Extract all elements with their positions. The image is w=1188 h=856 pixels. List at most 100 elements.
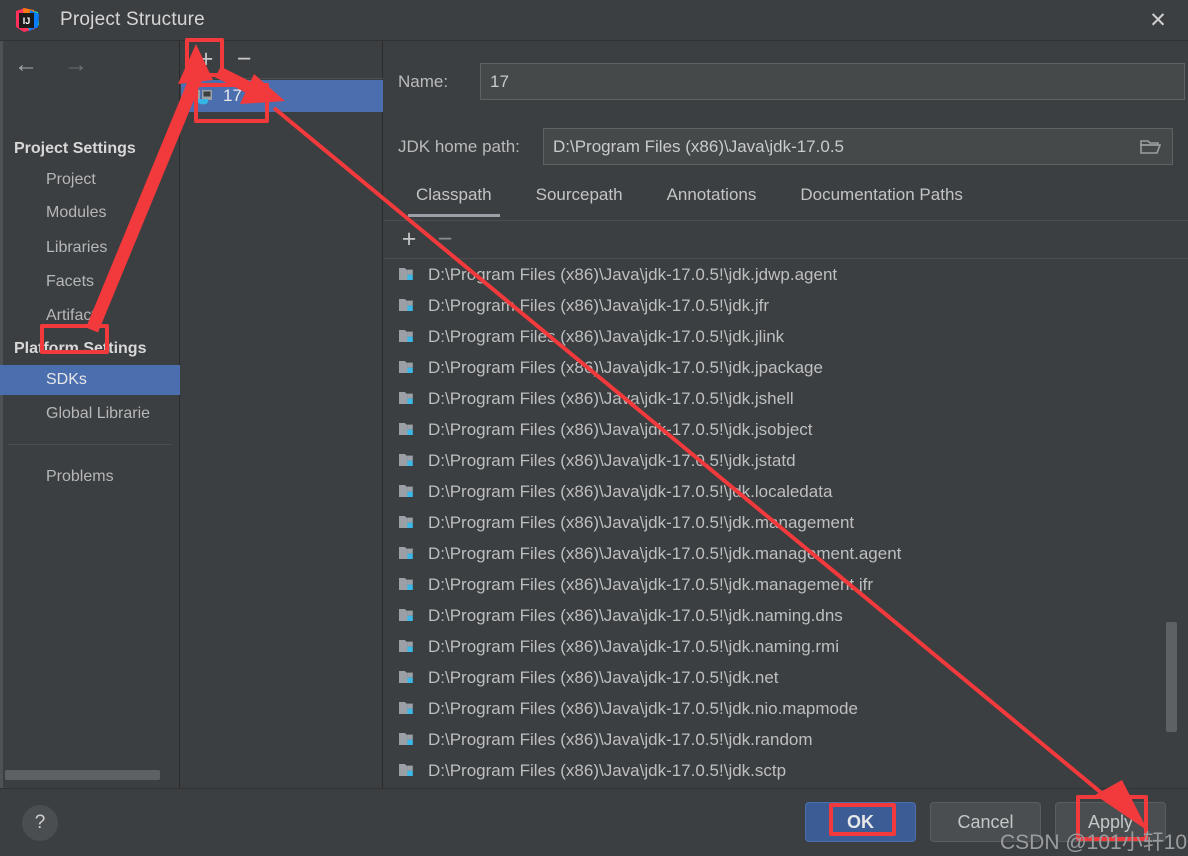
tab-annotations[interactable]: Annotations xyxy=(665,177,759,217)
sidebar-divider xyxy=(8,444,172,445)
sidebar-item-libraries[interactable]: Libraries xyxy=(0,233,180,263)
arrow-left-icon[interactable]: ← xyxy=(14,53,38,77)
sidebar-item-modules[interactable]: Modules xyxy=(0,198,180,228)
classpath-row-label: D:\Program Files (x86)\Java\jdk-17.0.5!\… xyxy=(428,729,813,749)
folder-jar-icon xyxy=(398,762,418,779)
folder-jar-icon xyxy=(398,297,418,314)
sidebar-item-label: Project xyxy=(46,171,96,188)
classpath-row-label: D:\Program Files (x86)\Java\jdk-17.0.5!\… xyxy=(428,636,839,656)
classpath-row[interactable]: D:\Program Files (x86)\Java\jdk-17.0.5!\… xyxy=(384,414,1188,445)
classpath-row[interactable]: D:\Program Files (x86)\Java\jdk-17.0.5!\… xyxy=(384,662,1188,693)
sdk-list-toolbar: + − xyxy=(181,41,383,79)
add-sdk-icon[interactable]: + xyxy=(195,47,217,72)
folder-jar-icon xyxy=(398,359,418,376)
sidebar-item-project[interactable]: Project xyxy=(0,165,180,195)
folder-jar-icon xyxy=(398,669,418,686)
classpath-row-label: D:\Program Files (x86)\Java\jdk-17.0.5!\… xyxy=(428,419,813,439)
ok-button[interactable]: OK xyxy=(805,802,916,842)
sdk-list-item-17[interactable]: 17 xyxy=(181,80,383,112)
sdk-item-label: 17 xyxy=(223,86,242,105)
jdk-icon xyxy=(195,86,215,106)
folder-open-icon[interactable] xyxy=(1140,138,1162,156)
classpath-row[interactable]: D:\Program Files (x86)\Java\jdk-17.0.5!\… xyxy=(384,476,1188,507)
project-structure-dialog: IJ Project Structure ✕ ← → Project Setti… xyxy=(0,0,1188,856)
sidebar-navigation: ← → xyxy=(0,45,180,85)
close-icon[interactable]: ✕ xyxy=(1128,0,1188,41)
window-title: Project Structure xyxy=(60,9,205,30)
svg-text:IJ: IJ xyxy=(23,16,31,26)
sidebar-group-platform-settings: Platform Settings xyxy=(14,340,147,357)
sidebar-item-label: Global Librarie xyxy=(46,405,151,422)
classpath-row[interactable]: D:\Program Files (x86)\Java\jdk-17.0.5!\… xyxy=(384,352,1188,383)
folder-jar-icon xyxy=(398,638,418,655)
intellij-idea-icon: IJ xyxy=(14,7,40,33)
classpath-row-label: D:\Program Files (x86)\Java\jdk-17.0.5!\… xyxy=(428,698,858,718)
classpath-row[interactable]: D:\Program Files (x86)\Java\jdk-17.0.5!\… xyxy=(384,445,1188,476)
classpath-row-label: D:\Program Files (x86)\Java\jdk-17.0.5!\… xyxy=(428,326,785,346)
sidebar-item-label: Modules xyxy=(46,204,107,221)
classpath-row[interactable]: D:\Program Files (x86)\Java\jdk-17.0.5!\… xyxy=(384,538,1188,569)
sidebar-item-sdks[interactable]: SDKs xyxy=(0,365,180,395)
name-input[interactable]: 17 xyxy=(480,63,1185,100)
sidebar-item-label: SDKs xyxy=(46,371,87,388)
classpath-row[interactable]: D:\Program Files (x86)\Java\jdk-17.0.5!\… xyxy=(384,600,1188,631)
classpath-row[interactable]: D:\Program Files (x86)\Java\jdk-17.0.5!\… xyxy=(384,507,1188,538)
classpath-row[interactable]: D:\Program Files (x86)\Java\jdk-17.0.5!\… xyxy=(384,755,1188,786)
settings-sidebar: ← → Project Settings Project Modules Lib… xyxy=(0,41,180,788)
classpath-row-label: D:\Program Files (x86)\Java\jdk-17.0.5!\… xyxy=(428,264,838,284)
sidebar-item-label: Problems xyxy=(46,468,114,485)
tab-classpath[interactable]: Classpath xyxy=(408,177,500,217)
sidebar-item-problems[interactable]: Problems xyxy=(0,462,180,492)
folder-jar-icon xyxy=(398,266,418,283)
classpath-row-label: D:\Program Files (x86)\Java\jdk-17.0.5!\… xyxy=(428,481,833,501)
classpath-row[interactable]: D:\Program Files (x86)\Java\jdk-17.0.5!\… xyxy=(384,290,1188,321)
classpath-row-label: D:\Program Files (x86)\Java\jdk-17.0.5!\… xyxy=(428,388,794,408)
sidebar-horizontal-scrollbar[interactable] xyxy=(5,770,160,780)
folder-jar-icon xyxy=(398,576,418,593)
tab-sourcepath[interactable]: Sourcepath xyxy=(534,177,625,217)
remove-classpath-icon[interactable]: − xyxy=(434,227,456,252)
classpath-row-label: D:\Program Files (x86)\Java\jdk-17.0.5!\… xyxy=(428,512,855,532)
arrow-right-icon[interactable]: → xyxy=(64,53,88,77)
classpath-row-label: D:\Program Files (x86)\Java\jdk-17.0.5!\… xyxy=(428,295,770,315)
name-label: Name: xyxy=(398,71,449,91)
classpath-row-label: D:\Program Files (x86)\Java\jdk-17.0.5!\… xyxy=(428,450,796,470)
classpath-row-label: D:\Program Files (x86)\Java\jdk-17.0.5!\… xyxy=(428,357,823,377)
folder-jar-icon xyxy=(398,607,418,624)
sidebar-item-artifacts[interactable]: Artifacts xyxy=(0,301,180,331)
path-tabs: Classpath Sourcepath Annotations Documen… xyxy=(384,177,1188,221)
watermark-text: CSDN @101小轩101 xyxy=(1000,831,1188,854)
classpath-toolbar: + − xyxy=(384,221,1188,259)
folder-jar-icon xyxy=(398,483,418,500)
classpath-row[interactable]: D:\Program Files (x86)\Java\jdk-17.0.5!\… xyxy=(384,383,1188,414)
folder-jar-icon xyxy=(398,731,418,748)
classpath-row-label: D:\Program Files (x86)\Java\jdk-17.0.5!\… xyxy=(428,760,787,780)
classpath-row[interactable]: D:\Program Files (x86)\Java\jdk-17.0.5!\… xyxy=(384,569,1188,600)
add-classpath-icon[interactable]: + xyxy=(398,227,420,252)
sdk-list-panel: + − 17 xyxy=(181,41,383,788)
classpath-row[interactable]: D:\Program Files (x86)\Java\jdk-17.0.5!\… xyxy=(384,631,1188,662)
classpath-row[interactable]: D:\Program Files (x86)\Java\jdk-17.0.5!\… xyxy=(384,693,1188,724)
classpath-row-label: D:\Program Files (x86)\Java\jdk-17.0.5!\… xyxy=(428,667,779,687)
folder-jar-icon xyxy=(398,390,418,407)
classpath-row-label: D:\Program Files (x86)\Java\jdk-17.0.5!\… xyxy=(428,574,874,594)
classpath-row-label: D:\Program Files (x86)\Java\jdk-17.0.5!\… xyxy=(428,543,902,563)
help-button[interactable]: ? xyxy=(22,805,58,841)
classpath-list[interactable]: D:\Program Files (x86)\Java\jdk-17.0.5!\… xyxy=(384,259,1188,788)
folder-jar-icon xyxy=(398,700,418,717)
classpath-vertical-scrollbar[interactable] xyxy=(1166,622,1177,732)
sidebar-item-label: Artifacts xyxy=(46,307,104,324)
jdk-home-path-label: JDK home path: xyxy=(398,136,520,156)
tab-documentation-paths[interactable]: Documentation Paths xyxy=(798,177,965,217)
classpath-row[interactable]: D:\Program Files (x86)\Java\jdk-17.0.5!\… xyxy=(384,724,1188,755)
folder-jar-icon xyxy=(398,514,418,531)
sidebar-item-global-libraries[interactable]: Global Librarie xyxy=(0,399,180,429)
sidebar-item-facets[interactable]: Facets xyxy=(0,267,180,297)
classpath-row[interactable]: D:\Program Files (x86)\Java\jdk-17.0.5!\… xyxy=(384,259,1188,290)
sdk-details-panel: Name: 17 JDK home path: D:\Program Files… xyxy=(384,41,1188,788)
classpath-row[interactable]: D:\Program Files (x86)\Java\jdk-17.0.5!\… xyxy=(384,321,1188,352)
jdk-home-path-input[interactable]: D:\Program Files (x86)\Java\jdk-17.0.5 xyxy=(543,128,1173,165)
remove-sdk-icon[interactable]: − xyxy=(233,47,255,72)
sidebar-group-project-settings: Project Settings xyxy=(14,140,136,157)
jdk-home-path-value: D:\Program Files (x86)\Java\jdk-17.0.5 xyxy=(553,136,844,156)
